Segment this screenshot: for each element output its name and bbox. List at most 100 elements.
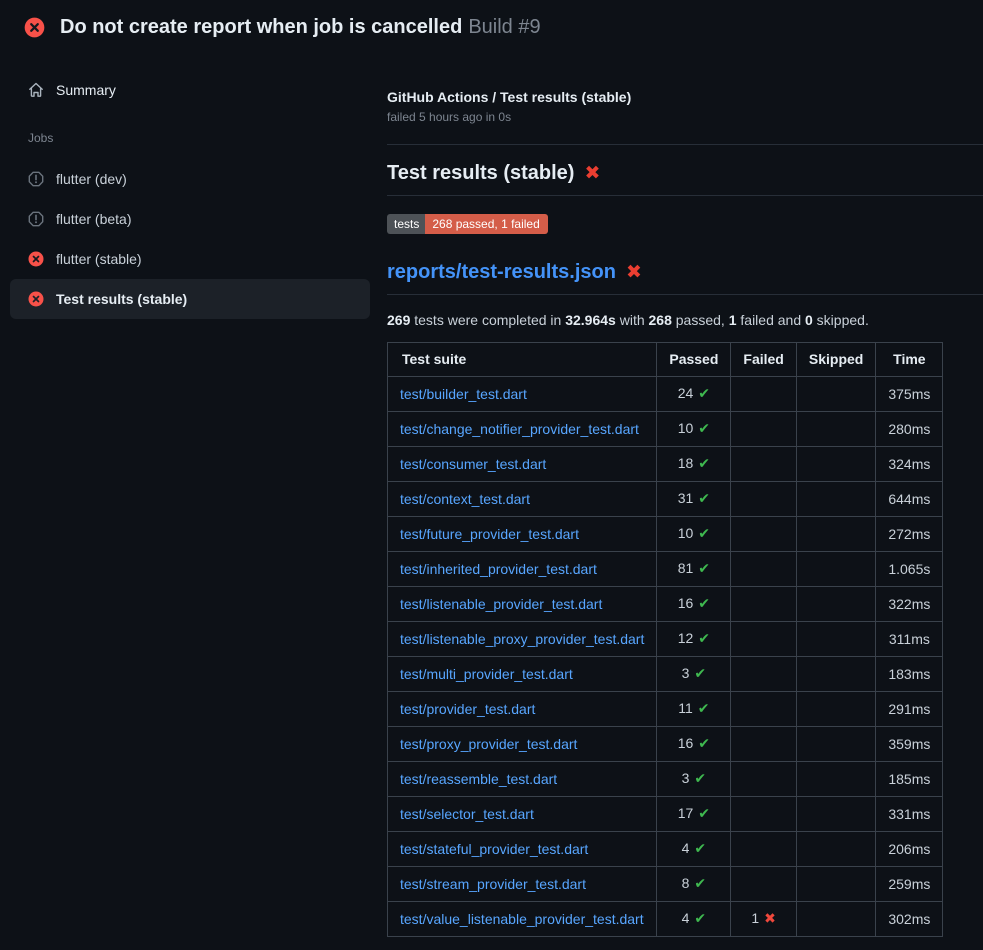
- time-value: 324ms: [876, 447, 943, 482]
- test-suite-cell: test/listenable_proxy_provider_test.dart: [388, 622, 657, 657]
- table-row: test/future_provider_test.dart 10✔ 272ms: [388, 517, 943, 552]
- column-header-test-suite: Test suite: [388, 343, 657, 377]
- sidebar-item-summary[interactable]: Summary: [10, 70, 370, 110]
- test-suite-link[interactable]: test/listenable_provider_test.dart: [400, 596, 602, 612]
- test-suite-link[interactable]: test/inherited_provider_test.dart: [400, 561, 597, 577]
- cancelled-icon: [28, 171, 44, 187]
- time-value: 280ms: [876, 412, 943, 447]
- test-suite-link[interactable]: test/builder_test.dart: [400, 386, 527, 402]
- check-icon: ✔: [698, 456, 710, 472]
- summary-text: tests were completed in: [410, 312, 565, 328]
- table-row: test/change_notifier_provider_test.dart …: [388, 412, 943, 447]
- time-value: 259ms: [876, 867, 943, 902]
- skipped-cell: [796, 832, 875, 867]
- skipped-cell: [796, 482, 875, 517]
- test-suite-link[interactable]: test/future_provider_test.dart: [400, 526, 579, 542]
- sidebar-item-flutter-beta[interactable]: flutter (beta): [10, 199, 370, 239]
- failed-cell: [731, 412, 796, 447]
- sidebar-item-label: Summary: [56, 82, 116, 98]
- passed-count: 31: [678, 490, 694, 506]
- check-icon: ✔: [698, 491, 710, 507]
- test-suite-cell: test/listenable_provider_test.dart: [388, 587, 657, 622]
- check-icon: ✔: [694, 841, 706, 857]
- skipped-cell: [796, 587, 875, 622]
- badge-value: 268 passed, 1 failed: [425, 214, 547, 234]
- section-heading-text: Test results (stable): [387, 162, 574, 185]
- passed-count: 268: [649, 312, 672, 328]
- test-suite-cell: test/builder_test.dart: [388, 377, 657, 412]
- test-suite-link[interactable]: test/stream_provider_test.dart: [400, 876, 586, 892]
- check-icon: ✔: [698, 561, 710, 577]
- passed-cell: 10✔: [657, 412, 731, 447]
- check-icon: ✔: [694, 911, 706, 927]
- tests-badge: tests 268 passed, 1 failed: [387, 214, 548, 234]
- summary-text: skipped.: [813, 312, 869, 328]
- time-value: 302ms: [876, 902, 943, 937]
- passed-count: 24: [678, 385, 694, 401]
- table-row: test/builder_test.dart 24✔ 375ms: [388, 377, 943, 412]
- sidebar: Summary Jobs flutter (dev) flutter (beta…: [0, 53, 380, 319]
- report-file-link[interactable]: reports/test-results.json: [387, 261, 616, 284]
- table-row: test/value_listenable_provider_test.dart…: [388, 902, 943, 937]
- passed-cell: 3✔: [657, 762, 731, 797]
- passed-count: 10: [678, 420, 694, 436]
- sidebar-item-label: flutter (beta): [56, 211, 131, 227]
- failed-count: 1: [751, 910, 759, 926]
- test-suite-link[interactable]: test/selector_test.dart: [400, 806, 534, 822]
- passed-count: 10: [678, 525, 694, 541]
- skipped-cell: [796, 447, 875, 482]
- test-suite-link[interactable]: test/context_test.dart: [400, 491, 530, 507]
- table-row: test/listenable_provider_test.dart 16✔ 3…: [388, 587, 943, 622]
- failed-cell: [731, 377, 796, 412]
- test-suite-link[interactable]: test/value_listenable_provider_test.dart: [400, 911, 644, 927]
- table-row: test/provider_test.dart 11✔ 291ms: [388, 692, 943, 727]
- check-icon: ✔: [698, 736, 710, 752]
- skipped-cell: [796, 622, 875, 657]
- table-row: test/context_test.dart 31✔ 644ms: [388, 482, 943, 517]
- test-suite-cell: test/stream_provider_test.dart: [388, 867, 657, 902]
- skipped-cell: [796, 727, 875, 762]
- failed-icon: [28, 251, 44, 267]
- test-suite-cell: test/consumer_test.dart: [388, 447, 657, 482]
- passed-cell: 4✔: [657, 902, 731, 937]
- test-suite-link[interactable]: test/consumer_test.dart: [400, 456, 546, 472]
- passed-count: 3: [682, 665, 690, 681]
- badge-label: tests: [387, 214, 425, 234]
- failed-cell: [731, 552, 796, 587]
- home-icon: [28, 82, 44, 98]
- check-icon: ✔: [698, 631, 710, 647]
- skipped-cell: [796, 552, 875, 587]
- test-suite-cell: test/provider_test.dart: [388, 692, 657, 727]
- skipped-cell: [796, 867, 875, 902]
- build-number: Build #9: [468, 16, 540, 38]
- failed-cell: [731, 727, 796, 762]
- test-suite-link[interactable]: test/listenable_proxy_provider_test.dart: [400, 631, 644, 647]
- total-time: 32.964s: [565, 312, 616, 328]
- test-suite-cell: test/proxy_provider_test.dart: [388, 727, 657, 762]
- cancelled-icon: [28, 211, 44, 227]
- table-row: test/stateful_provider_test.dart 4✔ 206m…: [388, 832, 943, 867]
- sidebar-item-flutter-dev[interactable]: flutter (dev): [10, 159, 370, 199]
- test-suite-link[interactable]: test/stateful_provider_test.dart: [400, 841, 588, 857]
- sidebar-item-flutter-stable[interactable]: flutter (stable): [10, 239, 370, 279]
- section-heading: Test results (stable) ✖: [387, 162, 983, 196]
- test-suite-link[interactable]: test/provider_test.dart: [400, 701, 535, 717]
- failed-cell: [731, 832, 796, 867]
- time-value: 375ms: [876, 377, 943, 412]
- test-suite-link[interactable]: test/change_notifier_provider_test.dart: [400, 421, 639, 437]
- sidebar-item-test-results-stable[interactable]: Test results (stable): [10, 279, 370, 319]
- test-suite-link[interactable]: test/reassemble_test.dart: [400, 771, 557, 787]
- passed-cell: 16✔: [657, 587, 731, 622]
- passed-cell: 31✔: [657, 482, 731, 517]
- passed-count: 12: [678, 630, 694, 646]
- test-suite-link[interactable]: test/proxy_provider_test.dart: [400, 736, 577, 752]
- test-suite-cell: test/reassemble_test.dart: [388, 762, 657, 797]
- failed-cell: [731, 622, 796, 657]
- passed-count: 18: [678, 455, 694, 471]
- workflow-breadcrumb: GitHub Actions / Test results (stable): [387, 89, 983, 105]
- check-icon: ✔: [698, 526, 710, 542]
- skipped-cell: [796, 902, 875, 937]
- test-suite-cell: test/multi_provider_test.dart: [388, 657, 657, 692]
- skipped-cell: [796, 762, 875, 797]
- test-suite-link[interactable]: test/multi_provider_test.dart: [400, 666, 573, 682]
